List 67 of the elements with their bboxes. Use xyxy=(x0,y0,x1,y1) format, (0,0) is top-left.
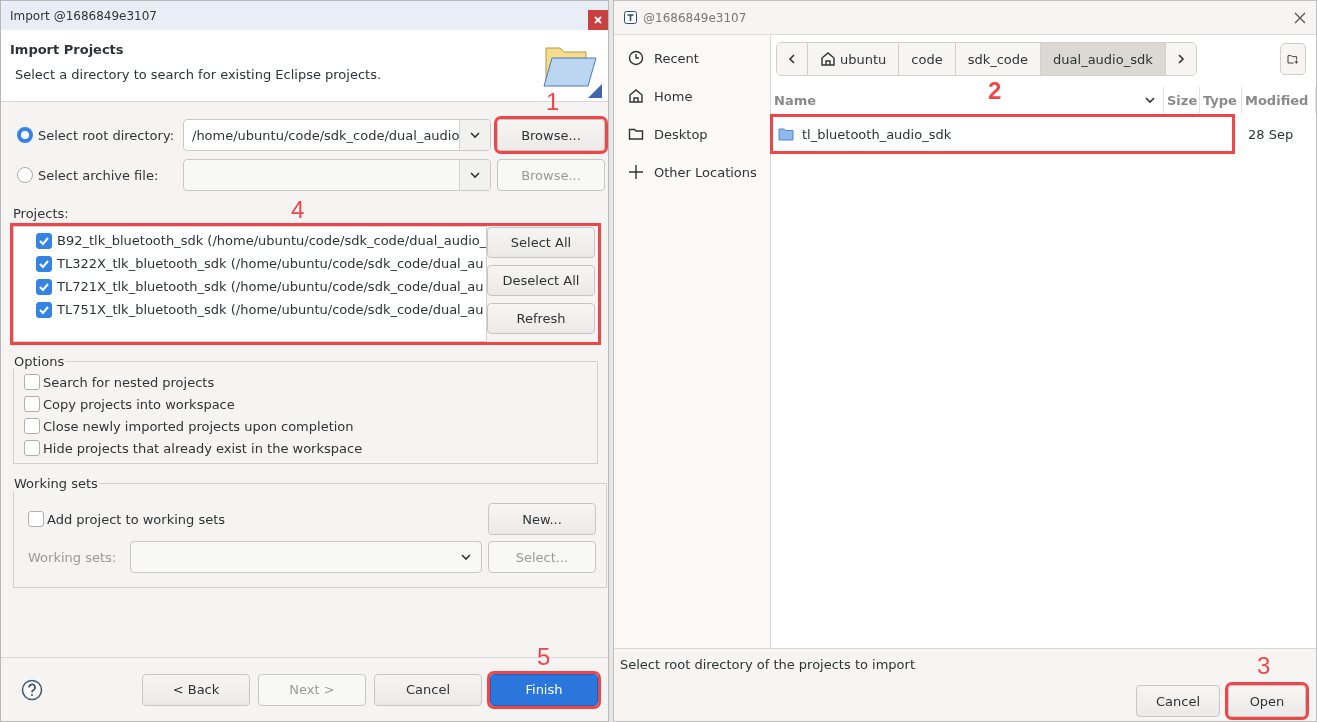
option-label: Search for nested projects xyxy=(43,374,215,390)
project-name[interactable]: TL322X_tlk_bluetooth_sdk (/home/ubuntu/code/sdk_code/dual_au xyxy=(57,256,484,271)
annotation-number: 3 xyxy=(1257,654,1271,678)
path-segment[interactable]: sdk_code xyxy=(955,43,1042,75)
annotation-number: 1 xyxy=(546,90,560,114)
checkbox[interactable] xyxy=(24,396,40,412)
app-icon xyxy=(624,11,637,24)
option-label: Copy projects into workspace xyxy=(43,396,235,412)
radio-label: Select archive file: xyxy=(38,167,159,183)
option-label: Close newly imported projects upon completion xyxy=(43,418,354,434)
home-icon xyxy=(628,88,644,104)
checkbox[interactable] xyxy=(24,374,40,390)
group-title: Working sets xyxy=(13,476,99,491)
folder-icon xyxy=(778,126,794,142)
folder-icon xyxy=(628,126,644,142)
new-folder-icon[interactable] xyxy=(1280,43,1306,75)
checkbox[interactable] xyxy=(36,232,52,249)
new-button[interactable]: New... xyxy=(488,503,596,535)
radio-button[interactable] xyxy=(17,167,33,183)
page-title: Import Projects xyxy=(9,41,125,57)
radio-button[interactable] xyxy=(17,127,33,143)
checkbox[interactable] xyxy=(36,301,52,318)
place-item[interactable]: Home xyxy=(654,88,693,104)
annotation-number: 4 xyxy=(291,198,305,222)
file-row[interactable]: tl_bluetooth_audio_sdk xyxy=(773,117,1232,151)
window-title: @1686849e3107 xyxy=(643,10,747,25)
annotation-number: 5 xyxy=(537,644,551,669)
radio-label: Select root directory: xyxy=(38,127,175,143)
path-segment[interactable]: code xyxy=(899,43,956,75)
dialog-button[interactable]: Cancel xyxy=(1136,685,1220,717)
status-text: Select root directory of the projects to import xyxy=(620,656,915,672)
path-segment[interactable]: dual_audio_sdk xyxy=(1041,43,1166,75)
checkbox[interactable] xyxy=(28,511,44,527)
option-label: Hide projects that already exist in the workspace xyxy=(43,440,363,456)
place-item[interactable]: Recent xyxy=(654,50,699,66)
path-segment[interactable]: ubuntu xyxy=(808,43,900,75)
wizard-button[interactable]: Cancel xyxy=(374,673,482,706)
place-item[interactable]: Other Locations xyxy=(654,164,757,180)
project-name[interactable]: TL721X_tlk_bluetooth_sdk (/home/ubuntu/code/sdk_code/dual_au xyxy=(57,279,484,294)
group-title: Options xyxy=(13,354,66,369)
checkbox[interactable] xyxy=(36,255,52,272)
list-action-button[interactable]: Select All xyxy=(487,227,595,258)
list-action-button[interactable]: Deselect All xyxy=(487,265,595,296)
plus-icon xyxy=(628,164,644,180)
back-button[interactable] xyxy=(777,43,808,75)
path-combo[interactable]: /home/ubuntu/code/sdk_code/dual_audio xyxy=(183,119,491,151)
help-icon[interactable] xyxy=(21,678,43,701)
wizard-button[interactable]: < Back xyxy=(142,673,250,706)
modified-cell-text: 28 Sep xyxy=(1247,126,1295,142)
project-name[interactable]: TL751X_tlk_bluetooth_sdk (/home/ubuntu/code/sdk_code/dual_au xyxy=(57,302,484,317)
checkbox[interactable] xyxy=(36,278,52,295)
option-label: Add project to working sets xyxy=(47,511,226,527)
section-label: Projects: xyxy=(13,206,69,221)
list-action-button[interactable]: Refresh xyxy=(487,303,595,334)
checkbox[interactable] xyxy=(24,418,40,434)
place-item[interactable]: Desktop xyxy=(654,126,708,142)
field-label: Working sets: xyxy=(28,549,118,565)
annotation-number: 2 xyxy=(987,79,1002,103)
checkbox[interactable] xyxy=(24,440,40,456)
project-name[interactable]: B92_tlk_bluetooth_sdk (/home/ubuntu/code/sdk_code/dual_audio_ xyxy=(57,233,486,248)
forward-button[interactable] xyxy=(1165,43,1196,75)
close-icon[interactable] xyxy=(1294,11,1306,24)
clock-icon xyxy=(628,50,644,66)
home-icon xyxy=(820,51,836,67)
window-title: Import @1686849e3107 xyxy=(10,8,157,23)
close-icon[interactable] xyxy=(588,10,608,30)
page-description: Select a directory to search for existing Eclipse projects. xyxy=(14,66,382,82)
